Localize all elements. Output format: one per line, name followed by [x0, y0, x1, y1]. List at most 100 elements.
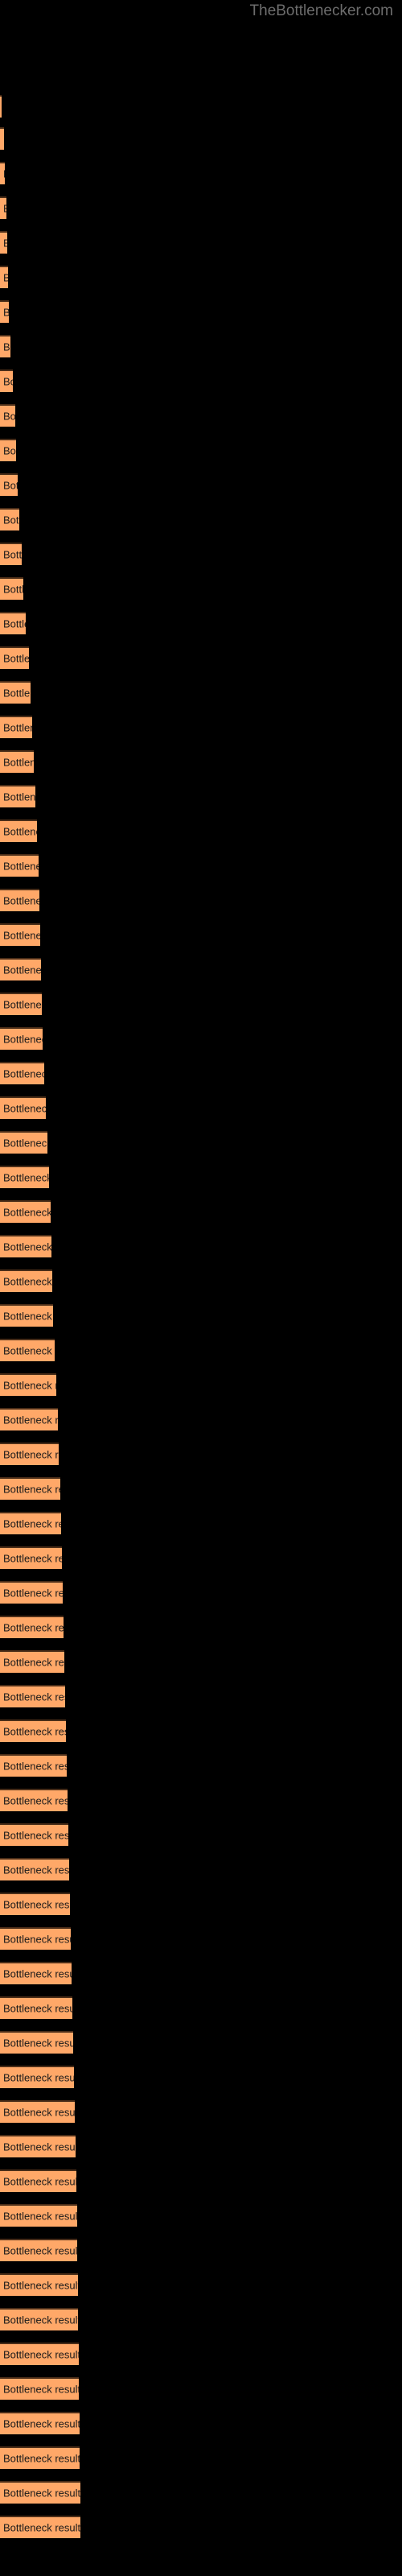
chart-bar[interactable]: Bottleneck result [0, 1200, 51, 1223]
bar-label: Bottleneck result [3, 2175, 76, 2188]
chart-bar[interactable]: Bottleneck result [0, 508, 19, 530]
chart-bar[interactable]: Bottleneck result [0, 162, 5, 184]
chart-bar[interactable]: Bottleneck result [0, 231, 7, 254]
chart-bar[interactable]: Bottleneck result [0, 2273, 78, 2296]
chart-bar[interactable]: Bottleneck result [0, 1858, 69, 1880]
bar-label: Bottleneck result [3, 998, 42, 1011]
chart-bar[interactable]: Bottleneck result [0, 612, 26, 634]
chart-bar[interactable]: Bottleneck result [0, 2169, 76, 2192]
bar-label: Bottleneck result [3, 2279, 78, 2292]
bar-label: Bottleneck result [3, 1656, 64, 1669]
bar-label: Bottleneck result [3, 341, 10, 353]
chart-bar[interactable]: Bottleneck result [0, 1685, 65, 1707]
bar-label: Bottleneck result [3, 1483, 60, 1496]
chart-bar[interactable]: Bottleneck result [0, 1166, 49, 1188]
bar-label: Bottleneck result [3, 860, 39, 873]
chart-bar[interactable]: Bottleneck result [0, 2343, 79, 2365]
bar-label: Bottleneck result [3, 410, 15, 423]
chart-bar[interactable]: Bottleneck result [0, 2100, 75, 2123]
bar-label: Bottleneck result [3, 1587, 63, 1600]
bottleneck-bar-chart: Bottleneck result Bottleneck result Bottle… [0, 0, 402, 2576]
chart-bar[interactable]: Bottleneck result [0, 2031, 73, 2054]
chart-bar[interactable]: Bottleneck result [0, 1512, 61, 1534]
chart-bar[interactable]: Bottleneck result [0, 646, 29, 669]
chart-bar[interactable]: Bottleneck result [0, 750, 34, 773]
chart-bar[interactable]: Bottleneck result [0, 266, 8, 288]
chart-bar[interactable]: Bottleneck result [0, 1581, 63, 1604]
bar-label: Bottleneck result [3, 134, 4, 145]
chart-bar[interactable]: Bottleneck result [0, 369, 13, 392]
chart-bar[interactable]: Bottleneck result [0, 300, 9, 323]
bar-label: Bottleneck result [3, 1725, 66, 1738]
bar-label: Bottleneck result [3, 964, 41, 976]
bar-label: Bottleneck result [3, 617, 26, 630]
chart-bar[interactable]: Bottleneck result [0, 819, 37, 842]
chart-bar[interactable]: Bottleneck result [0, 2135, 76, 2157]
chart-bar[interactable]: Bottleneck result [0, 95, 2, 118]
bar-label: Bottleneck result [3, 375, 13, 388]
chart-bar[interactable]: Bottleneck result [0, 1269, 52, 1292]
chart-bar[interactable]: Bottleneck result [0, 2239, 77, 2261]
chart-bar[interactable]: Bottleneck result [0, 2377, 79, 2400]
bar-label: Bottleneck result [3, 894, 39, 907]
chart-bar[interactable]: Bottleneck result [0, 1373, 56, 1396]
chart-bar[interactable]: Bottleneck result [0, 1546, 62, 1569]
chart-bar[interactable]: Bottleneck result [0, 681, 31, 704]
chart-bar[interactable]: Bottleneck result [0, 2516, 80, 2538]
bar-label: Bottleneck result [3, 1690, 65, 1703]
chart-bar[interactable]: Bottleneck result [0, 1962, 72, 1984]
chart-bar[interactable]: Bottleneck result [0, 958, 41, 980]
chart-bar[interactable]: Bottleneck result [0, 1650, 64, 1673]
chart-bar[interactable]: Bottleneck result [0, 889, 39, 911]
chart-bar[interactable]: Bottleneck result [0, 1719, 66, 1742]
chart-bar[interactable]: Bottleneck result [0, 993, 42, 1015]
chart-bar[interactable]: Bottleneck result [0, 1062, 44, 1084]
chart-bar[interactable]: Bottleneck result [0, 1027, 43, 1050]
chart-bar[interactable]: Bottleneck result [0, 2066, 74, 2088]
chart-bar[interactable]: Bottleneck result [0, 1996, 72, 2019]
chart-bar[interactable]: Bottleneck result [0, 1339, 55, 1361]
chart-bar[interactable]: Bottleneck result [0, 1823, 68, 1846]
chart-bar[interactable]: Bottleneck result [0, 404, 15, 427]
chart-bar[interactable]: Bottleneck result [0, 1235, 51, 1257]
bar-label: Bottleneck result [3, 1864, 69, 1876]
chart-bar[interactable]: Bottleneck result [0, 1477, 60, 1500]
bar-label: Bottleneck result [3, 1379, 56, 1392]
chart-bar[interactable]: Bottleneck result [0, 854, 39, 877]
chart-bar[interactable]: Bottleneck result [0, 2204, 77, 2227]
bar-label: Bottleneck result [3, 1517, 61, 1530]
chart-bar[interactable]: Bottleneck result [0, 1616, 64, 1638]
chart-bar[interactable]: Bottleneck result [0, 2308, 78, 2330]
chart-bar[interactable]: Bottleneck result [0, 2481, 80, 2504]
chart-bar[interactable]: Bottleneck result [0, 1789, 68, 1811]
chart-bar[interactable]: Bottleneck result [0, 1408, 58, 1430]
chart-bar[interactable]: Bottleneck result [0, 196, 6, 219]
bar-label: Bottleneck result [3, 2210, 77, 2223]
chart-bar[interactable]: Bottleneck result [0, 543, 22, 565]
chart-bar[interactable]: Bottleneck result [0, 2412, 80, 2434]
chart-bar[interactable]: Bottleneck result [0, 127, 4, 150]
chart-bar[interactable]: Bottleneck result [0, 1754, 67, 1777]
chart-bar[interactable]: Bottleneck result [0, 716, 32, 738]
chart-bar[interactable]: Bottleneck result [0, 1927, 71, 1950]
bar-label: Bottleneck result [3, 2071, 74, 2084]
chart-bar[interactable]: Bottleneck result [0, 2446, 80, 2469]
chart-bar[interactable]: Bottleneck result [0, 577, 23, 600]
chart-bar[interactable]: Bottleneck result [0, 923, 40, 946]
chart-bar[interactable]: Bottleneck result [0, 1131, 47, 1154]
bar-label: Bottleneck result [3, 652, 29, 665]
chart-bar[interactable]: Bottleneck result [0, 1893, 70, 1915]
bar-label: Bottleneck result [3, 687, 31, 700]
chart-bar[interactable]: Bottleneck result [0, 785, 35, 807]
chart-bar[interactable]: Bottleneck result [0, 335, 10, 357]
chart-bar[interactable]: Bottleneck result [0, 439, 16, 461]
chart-bar[interactable]: Bottleneck result [0, 1096, 46, 1119]
bar-label: Bottleneck result [3, 238, 7, 249]
chart-bar[interactable]: Bottleneck result [0, 473, 18, 496]
chart-bar[interactable]: Bottleneck result [0, 1443, 59, 1465]
bar-label: Bottleneck result [3, 2002, 72, 2015]
bar-label: Bottleneck result [3, 548, 22, 561]
chart-bar[interactable]: Bottleneck result [0, 1304, 53, 1327]
bar-label: Bottleneck result [3, 1241, 51, 1253]
bar-label: Bottleneck result [3, 169, 5, 180]
